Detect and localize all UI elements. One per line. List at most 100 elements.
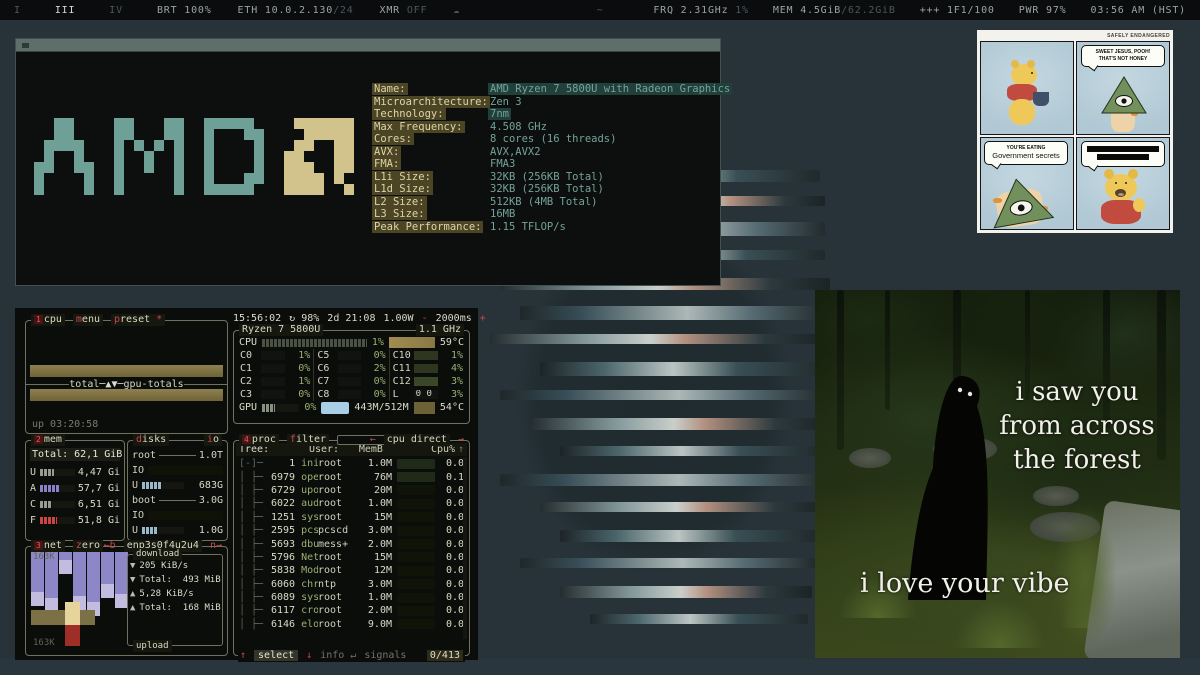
cpu-core-cell: C114% [390, 362, 466, 375]
process-row[interactable]: [-]─1initroot1.0M0.0 [236, 457, 467, 470]
sort-column-label: cpu direct [384, 434, 450, 446]
net-scale-top: 163K [33, 552, 55, 562]
net-next-iface-button[interactable]: n→ [210, 540, 222, 552]
tab-net[interactable]: 3net [31, 540, 65, 552]
cpu-usage-row: CPU 1% 59°C [237, 336, 466, 349]
redacted-speech-bubble [1081, 141, 1165, 167]
process-row[interactable]: │ ├─2595pcscdpcscd3.0M0.0 [236, 524, 467, 537]
process-row[interactable]: │ ├─5796Networoot15M0.0 [236, 551, 467, 564]
workspace-3-active[interactable]: III [55, 5, 75, 16]
brightness-status: BRT 100% [157, 5, 212, 16]
cpu-core-cell: C30% [237, 388, 313, 401]
menu-button[interactable]: menu [73, 314, 103, 326]
select-up-button[interactable]: ↑ [240, 650, 246, 661]
battery-load: ↻ 98% [289, 313, 319, 324]
net-zero-button[interactable]: zero [73, 540, 103, 552]
cpu-temp-gauge [389, 337, 435, 348]
interval-decrease-button[interactable]: - [422, 313, 428, 324]
spec-label: Name: [372, 83, 408, 95]
process-row[interactable]: │ ├─6146elogiroot9.0M0.0 [236, 618, 467, 631]
process-row[interactable]: │ ├─5693dbus-mess+2.0M0.0 [236, 537, 467, 550]
cpufetch-spec-row: Microarchitecture:Zen 3 [372, 96, 490, 109]
core-grid: C01% C50% C101% C10% C62% C114% C21% C70… [237, 349, 466, 401]
spec-value: AMD Ryzen 7 5800U with Radeon Graphics [488, 83, 732, 95]
xmr-status: XMR OFF [380, 5, 428, 16]
net-prev-iface-button[interactable]: ←b [104, 540, 116, 552]
glitch-stripe [590, 614, 808, 624]
pooh-eye [1031, 72, 1033, 74]
glitch-stripe [500, 390, 825, 400]
cpu-frequency-label: 1.1 GHz [416, 324, 464, 336]
terminal-titlebar[interactable] [16, 39, 720, 52]
filter-button[interactable]: filter [287, 434, 329, 446]
btop-header: 15:56:02 ↻ 98% 2d 21:08 1.00W - 2000ms + [233, 313, 470, 324]
ethernet-status: ETH 10.0.2.130/24 [238, 5, 354, 16]
terminal-window-cpufetch: Name:AMD Ryzen 7 5800U with Radeon Graph… [15, 38, 721, 286]
spec-value: 1.15 TFLOP/s [488, 221, 568, 233]
system-uptime: 2d 21:08 [327, 313, 375, 324]
cpufetch-spec-row: FMA:FMA3 [372, 158, 490, 171]
preset-button[interactable]: preset * [111, 314, 165, 326]
memory-row: A57,7 Gi [30, 480, 120, 496]
process-scrollbar[interactable] [463, 457, 467, 639]
tree-trunk [837, 290, 844, 450]
glitch-stripe [520, 306, 825, 320]
workspace-1[interactable]: I [14, 5, 21, 16]
select-button[interactable]: select [254, 650, 298, 661]
process-row[interactable]: │ ├─1251systeroot15M0.0 [236, 511, 467, 524]
memory-row: C6,51 Gi [30, 496, 120, 512]
process-row[interactable]: │ ├─6117crondroot2.0M0.0 [236, 604, 467, 617]
process-row[interactable]: │ ├─6060chronntp3.0M0.0 [236, 578, 467, 591]
network-stats-box: download ▼205 KiB/s ▼Total: 493 MiB ▲5,2… [127, 554, 223, 646]
amd-ascii-logo [34, 118, 354, 195]
signals-button[interactable]: signals [364, 650, 406, 661]
sort-prev-button[interactable]: ← [370, 434, 376, 446]
process-row[interactable]: │ ├─6979opensroot76M0.1 [236, 470, 467, 483]
pooh-ear [1011, 60, 1019, 68]
spec-label: Cores: [372, 133, 414, 145]
meme-credit: SAFELY ENDANGERED [980, 32, 1170, 41]
pooh-ear [1104, 169, 1114, 179]
net-stat-row: ▲5,28 KiB/s [130, 587, 220, 601]
tab-io[interactable]: io [204, 434, 222, 446]
cpu-core-cell: C01% [237, 349, 313, 362]
cpu-core-cell: C10% [237, 362, 313, 375]
pooh-panel-3: YOU'RE EATING Government secrets [980, 137, 1074, 231]
process-count: 0/413 [427, 650, 463, 661]
cpu-model-label: Ryzen 7 5800U [239, 324, 323, 336]
upload-graph-band [31, 610, 95, 625]
workspace-4[interactable]: IV [109, 5, 123, 16]
download-graph-bar [87, 552, 100, 616]
process-footer: ↑ select ↓ info ↵ signals 0/413 [238, 649, 465, 662]
tab-proc[interactable]: 4proc [239, 434, 279, 446]
tab-cpu[interactable]: 1cpu [31, 314, 65, 326]
spec-label: Max Frequency: [372, 121, 465, 133]
glitch-stripe [490, 334, 825, 344]
clock: 03:56 AM (HST) [1091, 5, 1187, 16]
info-button[interactable]: info ↵ [320, 650, 356, 661]
status-bar: I III IV BRT 100% ETH 10.0.2.130/24 XMR … [0, 0, 1200, 20]
pooh-panel-4 [1076, 137, 1170, 231]
process-box: 4proc filter ← cpu direct → Tree: User: … [233, 440, 470, 656]
spec-value: FMA3 [488, 158, 517, 170]
fan-status: +++ 1F1/100 [920, 5, 995, 16]
glitch-stripe [560, 530, 818, 542]
tab-mem[interactable]: 2mem [31, 434, 65, 446]
tab-disks[interactable]: disks [133, 434, 169, 446]
pooh-tongue [1118, 193, 1124, 196]
window-menu-icon[interactable] [22, 43, 29, 48]
sort-next-button[interactable]: → [458, 434, 464, 446]
process-row[interactable]: │ ├─6089sysloroot1.0M0.0 [236, 591, 467, 604]
interval-increase-button[interactable]: + [480, 313, 486, 324]
pooh-belly [1009, 99, 1035, 125]
glitch-stripe [540, 362, 830, 376]
process-row[interactable]: │ ├─6022auditroot1.0M0.0 [236, 497, 467, 510]
network-box: 3net zero ←b enp3s0f4u2u4 n→ 163K 163K d… [25, 546, 228, 656]
btop-clock: 15:56:02 [233, 313, 281, 324]
process-row[interactable]: │ ├─6729upoweroot20M0.0 [236, 484, 467, 497]
process-row[interactable]: │ ├─5838Modemroot12M0.0 [236, 564, 467, 577]
select-down-button[interactable]: ↓ [306, 650, 312, 661]
memory-row: F51,8 Gi [30, 512, 120, 528]
spec-value: 7nm [488, 108, 511, 120]
spec-label: AVX: [372, 146, 401, 158]
